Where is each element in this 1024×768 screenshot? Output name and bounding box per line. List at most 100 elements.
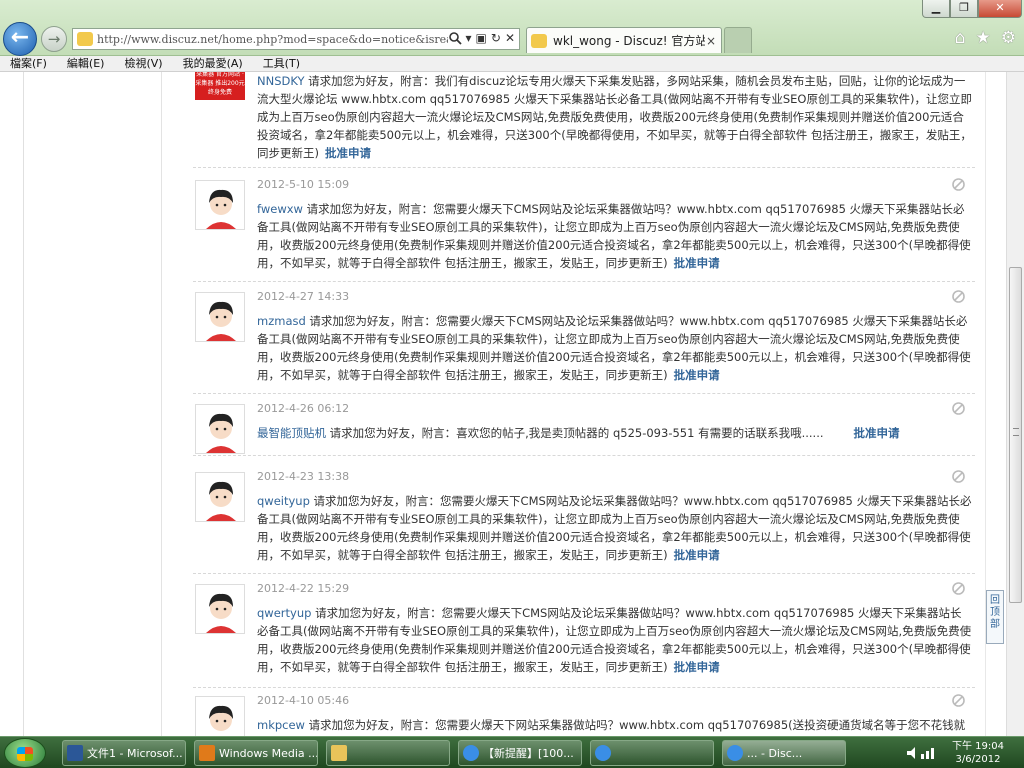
start-button[interactable] [4, 738, 46, 768]
avatar[interactable] [195, 404, 245, 454]
avatar[interactable] [195, 696, 245, 736]
sidebar [24, 72, 162, 736]
notice-item: 2012-5-10 15:09 fwewxw 请求加您为好友，附言：您需要火爆天… [193, 172, 975, 282]
taskbar-item-label: ... - Disc... [747, 746, 803, 760]
ignore-icon[interactable] [952, 694, 965, 707]
notice-username[interactable]: NNSDKY [257, 74, 305, 88]
approve-button[interactable]: 批准申请 [674, 660, 720, 674]
notice-item: 2012-4-10 05:46 mkpcew 请求加您为好友，附言：您需要火爆天… [193, 688, 975, 736]
menu-tools[interactable]: 工具(T) [253, 56, 310, 71]
ignore-icon[interactable] [952, 582, 965, 595]
stop-icon[interactable]: ✕ [505, 31, 515, 48]
favorites-star-icon[interactable]: ★ [976, 28, 991, 48]
avatar[interactable] [195, 472, 245, 522]
approve-button[interactable]: 批准申请 [674, 368, 720, 382]
back-button[interactable]: ← [3, 22, 37, 56]
clock[interactable]: 下午 19:04 3/6/2012 [952, 740, 1004, 766]
taskbar: 文件1 - Microsof... Windows Media ... 【新提醒… [0, 736, 1024, 768]
notice-username[interactable]: qwertyup [257, 606, 311, 620]
address-bar[interactable]: http://www.discuz.net/home.php?mod=space… [72, 28, 520, 50]
restore-button[interactable]: ❐ [950, 0, 978, 18]
taskbar-item-ie-discuz[interactable]: ... - Disc... [722, 740, 846, 766]
notice-message: 请求加您为好友，附言：喜欢您的帖子,我是卖顶帖器的 q525-093-551 有… [326, 426, 824, 440]
notice-list: 采集器 官方网站 · 采集器 推出200元 终身免费 NNSDKY 请求加您为好… [163, 72, 985, 736]
notice-item: 2012-4-27 14:33 mzmasd 请求加您为好友，附言：您需要火爆天… [193, 284, 975, 394]
tray-icons[interactable] [905, 746, 941, 760]
notice-text: mzmasd 请求加您为好友，附言：您需要火爆天下CMS网站及论坛采集器做站吗？… [257, 312, 973, 384]
web-page: 采集器 官方网站 · 采集器 推出200元 终身免费 NNSDKY 请求加您为好… [0, 72, 1006, 736]
browser-chrome: ▁ ❐ ✕ ← → http://www.discuz.net/home.php… [0, 0, 1024, 56]
ignore-icon[interactable] [952, 402, 965, 415]
folder-icon [331, 745, 347, 761]
vertical-scrollbar[interactable] [1006, 72, 1024, 736]
taskbar-item-ie-notice[interactable]: 【新提醒】[100... [458, 740, 582, 766]
ie-icon [463, 745, 479, 761]
default-avatar-icon [196, 697, 244, 736]
new-tab-button[interactable] [724, 27, 752, 53]
compat-view-icon[interactable]: ▣ [476, 31, 487, 48]
default-avatar-icon [196, 473, 244, 521]
scrollbar-grip-icon [1013, 428, 1019, 436]
menu-edit[interactable]: 編輯(E) [57, 56, 115, 71]
default-avatar-icon [196, 293, 244, 341]
taskbar-item-word[interactable]: 文件1 - Microsof... [62, 740, 186, 766]
notice-text: qweityup 请求加您为好友，附言：您需要火爆天下CMS网站及论坛采集器做站… [257, 492, 973, 564]
windows-logo-icon [17, 747, 33, 761]
notice-time: 2012-4-26 06:12 [257, 402, 350, 415]
browser-toolbar-icons: ⌂ ★ ⚙ [955, 28, 1016, 48]
notice-username[interactable]: mzmasd [257, 314, 306, 328]
system-tray [905, 746, 941, 760]
address-url[interactable]: http://www.discuz.net/home.php?mod=space… [97, 33, 448, 46]
close-window-button[interactable]: ✕ [978, 0, 1022, 18]
home-icon[interactable]: ⌂ [955, 28, 966, 48]
taskbar-item-media-player[interactable]: Windows Media ... [194, 740, 318, 766]
tools-gear-icon[interactable]: ⚙ [1001, 28, 1016, 48]
tab-title: wkl_wong - Discuz! 官方站 - ... [553, 34, 705, 48]
approve-button[interactable]: 批准申请 [674, 548, 720, 562]
tab-close-icon[interactable]: × [705, 34, 717, 48]
avatar[interactable] [195, 292, 245, 342]
tab-favicon-icon [531, 33, 547, 48]
menu-favorites[interactable]: 我的最愛(A) [173, 56, 253, 71]
approve-button[interactable]: 批准申请 [854, 426, 900, 440]
menu-view[interactable]: 檢視(V) [114, 56, 172, 71]
notice-username[interactable]: qweityup [257, 494, 310, 508]
notice-username[interactable]: fwewxw [257, 202, 303, 216]
media-player-icon [199, 745, 215, 761]
notice-text: NNSDKY 请求加您为好友，附言：我们有discuz论坛专用火爆天下采集发贴器… [257, 72, 973, 162]
notice-username[interactable]: mkpcew [257, 718, 305, 732]
ad-thumbnail[interactable]: 采集器 官方网站 · 采集器 推出200元 终身免费 [195, 72, 245, 100]
clock-date: 3/6/2012 [955, 754, 1001, 765]
notice-message: 请求加您为好友，附言：您需要火爆天下CMS网站及论坛采集器做站吗？www.hbt… [257, 606, 972, 674]
avatar[interactable] [195, 180, 245, 230]
ignore-icon[interactable] [952, 178, 965, 191]
refresh-icon[interactable]: ↻ [491, 31, 501, 48]
menu-file[interactable]: 檔案(F) [0, 56, 57, 71]
taskbar-item-label: 文件1 - Microsof... [87, 747, 183, 760]
ignore-icon[interactable] [952, 290, 965, 303]
scrollbar-thumb[interactable] [1009, 267, 1022, 603]
ignore-icon[interactable] [952, 470, 965, 483]
back-to-top-button[interactable]: 回顶部 [986, 590, 1004, 644]
page-left-margin [0, 72, 24, 736]
notice-message: 请求加您为好友，附言：您需要火爆天下网站采集器做站吗？www.hbtx.com … [304, 718, 966, 732]
minimize-button[interactable]: ▁ [922, 0, 950, 18]
forward-button[interactable]: → [41, 26, 67, 52]
taskbar-item-folder[interactable] [326, 740, 450, 766]
approve-button[interactable]: 批准申请 [674, 256, 720, 270]
notice-username[interactable]: 最智能顶贴机 [257, 426, 326, 440]
clock-time: 下午 19:04 [952, 741, 1004, 752]
notice-message: 请求加您为好友，附言：您需要火爆天下CMS网站及论坛采集器做站吗？www.hbt… [257, 314, 971, 382]
notice-text: mkpcew 请求加您为好友，附言：您需要火爆天下网站采集器做站吗？www.hb… [257, 716, 973, 734]
notice-text: 最智能顶贴机 请求加您为好友，附言：喜欢您的帖子,我是卖顶帖器的 q525-09… [257, 424, 973, 442]
avatar[interactable] [195, 584, 245, 634]
notice-text: qwertyup 请求加您为好友，附言：您需要火爆天下CMS网站及论坛采集器做站… [257, 604, 973, 676]
taskbar-item-ie-2[interactable] [590, 740, 714, 766]
dropdown-arrow-icon[interactable]: ▾ [466, 31, 472, 48]
notice-time: 2012-5-10 15:09 [257, 178, 350, 191]
approve-button[interactable]: 批准申请 [325, 146, 371, 160]
browser-tab[interactable]: wkl_wong - Discuz! 官方站 - ... × [526, 27, 722, 53]
address-tools: ▾ ▣ ↻ ✕ [448, 31, 520, 48]
search-icon[interactable] [448, 31, 462, 48]
default-avatar-icon [196, 181, 244, 229]
